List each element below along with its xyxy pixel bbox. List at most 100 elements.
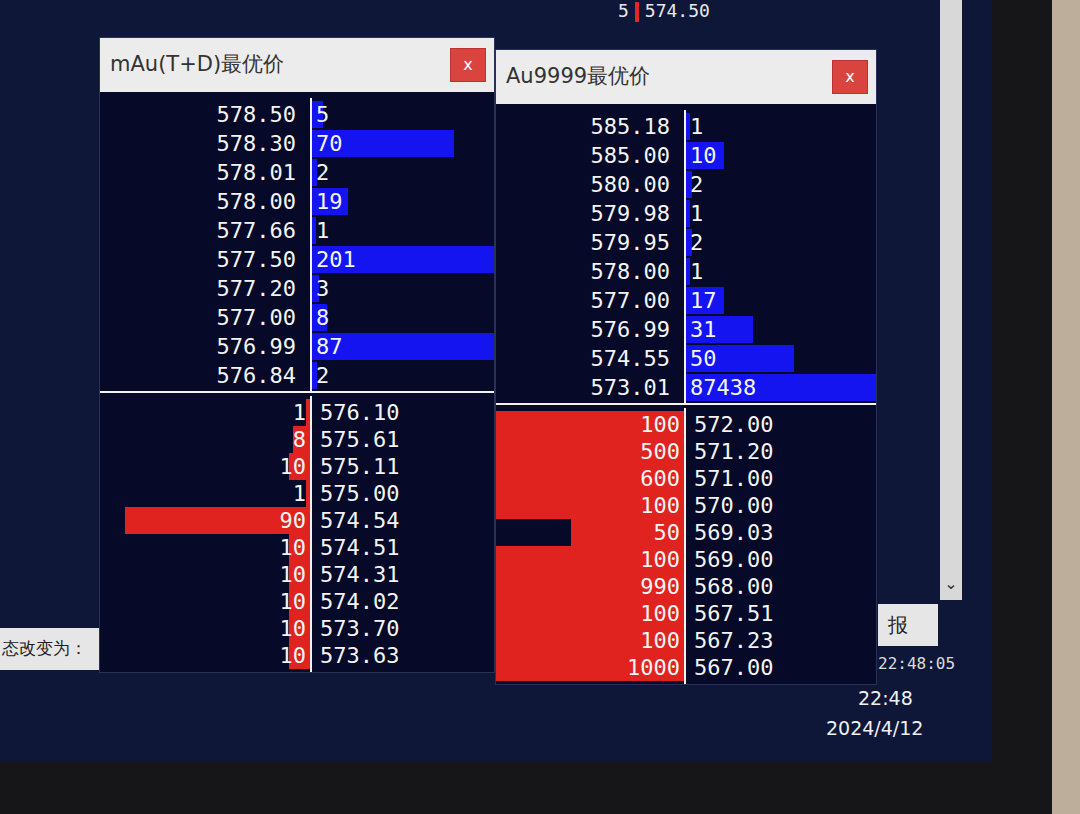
bid-row[interactable]: 50569.03 bbox=[496, 516, 876, 543]
bid-price: 572.00 bbox=[684, 408, 876, 441]
ask-row[interactable]: 576.9931 bbox=[496, 313, 876, 342]
ask-qty: 2 bbox=[690, 226, 703, 259]
bid-qty: 10 bbox=[280, 450, 307, 483]
ask-qty: 1 bbox=[690, 197, 703, 230]
bid-row[interactable]: 10574.51 bbox=[100, 531, 494, 558]
ask-volume-bar bbox=[686, 200, 690, 227]
ask-qty: 8 bbox=[316, 301, 329, 334]
quote-window[interactable]: Au9999最优价x585.181585.0010580.002579.9815… bbox=[496, 50, 876, 684]
ask-row[interactable]: 576.9987 bbox=[100, 330, 494, 359]
ask-price: 577.00 bbox=[100, 301, 310, 334]
ask-row[interactable]: 576.842 bbox=[100, 359, 494, 388]
bid-row[interactable]: 1576.10 bbox=[100, 396, 494, 423]
ask-row[interactable]: 578.3070 bbox=[100, 127, 494, 156]
bid-row[interactable]: 10573.63 bbox=[100, 639, 494, 666]
ask-row[interactable]: 585.0010 bbox=[496, 139, 876, 168]
ask-row[interactable]: 579.952 bbox=[496, 226, 876, 255]
ask-qty: 70 bbox=[316, 127, 343, 160]
side-label: 报 bbox=[878, 604, 938, 646]
scroll-arrow[interactable]: ⌄ bbox=[944, 572, 957, 596]
ask-row[interactable]: 577.203 bbox=[100, 272, 494, 301]
bid-price: 574.31 bbox=[310, 558, 494, 591]
window-title: Au9999最优价 bbox=[506, 61, 650, 93]
title-bar[interactable]: Au9999最优价 x bbox=[496, 50, 876, 104]
ask-row[interactable]: 578.0019 bbox=[100, 185, 494, 214]
ask-qty: 87438 bbox=[690, 371, 756, 404]
bid-row[interactable]: 990568.00 bbox=[496, 570, 876, 597]
wall-background bbox=[1052, 0, 1080, 814]
bid-row[interactable]: 90574.54 bbox=[100, 504, 494, 531]
bid-row[interactable]: 10574.31 bbox=[100, 558, 494, 585]
screen: 5574.50⌄态改变为：报22:48:0522:482024/4/12mAu(… bbox=[0, 0, 992, 762]
bid-price: 567.51 bbox=[684, 597, 876, 630]
ticker-bar bbox=[635, 2, 639, 22]
bid-row[interactable]: 100567.23 bbox=[496, 624, 876, 651]
book-divider bbox=[496, 403, 876, 405]
ask-qty: 10 bbox=[690, 139, 717, 172]
bid-qty: 100 bbox=[640, 408, 680, 441]
ask-qty: 87 bbox=[316, 330, 343, 363]
bid-price: 574.02 bbox=[310, 585, 494, 618]
quote-window[interactable]: mAu(T+D)最优价 x 578.505578.3070578.012578.00… bbox=[100, 38, 494, 672]
close-button[interactable]: x bbox=[832, 60, 868, 94]
ask-volume-bar bbox=[312, 217, 316, 244]
ask-row[interactable]: 574.5550 bbox=[496, 342, 876, 371]
bid-qty: 50 bbox=[654, 516, 681, 549]
bid-volume-track: 990 bbox=[496, 570, 684, 603]
close-button[interactable]: x bbox=[450, 48, 486, 82]
bid-volume-bar bbox=[306, 480, 310, 507]
bid-price: 569.03 bbox=[684, 516, 876, 549]
bid-row[interactable]: 500571.20 bbox=[496, 435, 876, 462]
ask-row[interactable]: 578.505 bbox=[100, 98, 494, 127]
bid-price: 567.00 bbox=[684, 651, 876, 684]
bid-row[interactable]: 10573.70 bbox=[100, 612, 494, 639]
bid-row[interactable]: 1000567.00 bbox=[496, 651, 876, 678]
bid-row[interactable]: 10575.11 bbox=[100, 450, 494, 477]
ask-row[interactable]: 579.981 bbox=[496, 197, 876, 226]
bid-price: 575.61 bbox=[310, 423, 494, 456]
bid-qty: 8 bbox=[293, 423, 306, 456]
bid-row[interactable]: 100570.00 bbox=[496, 489, 876, 516]
window-title: mAu(T+D)最优价 bbox=[110, 49, 284, 81]
bid-row[interactable]: 8575.61 bbox=[100, 423, 494, 450]
bid-volume-track: 1000 bbox=[496, 651, 684, 684]
title-bar[interactable]: mAu(T+D)最优价 x bbox=[100, 38, 494, 92]
ask-row[interactable]: 577.008 bbox=[100, 301, 494, 330]
ask-row[interactable]: 577.0017 bbox=[496, 284, 876, 313]
bid-volume-track: 10 bbox=[100, 612, 310, 645]
bid-row[interactable]: 1575.00 bbox=[100, 477, 494, 504]
bid-price: 567.23 bbox=[684, 624, 876, 657]
side-time: 22:48:05 bbox=[878, 652, 955, 676]
bid-volume-track: 1 bbox=[100, 477, 310, 510]
bid-row[interactable]: 100569.00 bbox=[496, 543, 876, 570]
ask-row[interactable]: 573.0187438 bbox=[496, 371, 876, 400]
bid-volume-track: 10 bbox=[100, 450, 310, 483]
bid-row[interactable]: 600571.00 bbox=[496, 462, 876, 489]
bid-qty: 1 bbox=[293, 477, 306, 510]
scrollbar[interactable]: ⌄ bbox=[940, 0, 962, 600]
ask-price: 577.20 bbox=[100, 272, 310, 305]
bid-qty: 100 bbox=[640, 543, 680, 576]
ask-price: 578.01 bbox=[100, 156, 310, 189]
ask-row[interactable]: 578.001 bbox=[496, 255, 876, 284]
bid-row[interactable]: 100567.51 bbox=[496, 597, 876, 624]
bid-volume-track: 10 bbox=[100, 558, 310, 591]
bid-row[interactable]: 100572.00 bbox=[496, 408, 876, 435]
bid-volume-track: 600 bbox=[496, 462, 684, 495]
bid-qty: 600 bbox=[640, 462, 680, 495]
ask-volume-track: 87438 bbox=[684, 371, 876, 404]
ask-row[interactable]: 577.661 bbox=[100, 214, 494, 243]
bid-qty: 10 bbox=[280, 531, 307, 564]
book-divider bbox=[100, 391, 494, 393]
bid-qty: 100 bbox=[640, 597, 680, 630]
bid-volume-track: 100 bbox=[496, 543, 684, 576]
order-book: 585.181585.0010580.002579.981579.952578.… bbox=[496, 104, 876, 684]
ask-price: 577.50 bbox=[100, 243, 310, 276]
ask-row[interactable]: 577.50201 bbox=[100, 243, 494, 272]
ask-row[interactable]: 578.012 bbox=[100, 156, 494, 185]
bid-volume-track: 1 bbox=[100, 396, 310, 429]
ask-row[interactable]: 580.002 bbox=[496, 168, 876, 197]
bid-row[interactable]: 10574.02 bbox=[100, 585, 494, 612]
ask-row[interactable]: 585.181 bbox=[496, 110, 876, 139]
bid-volume-track: 100 bbox=[496, 489, 684, 522]
